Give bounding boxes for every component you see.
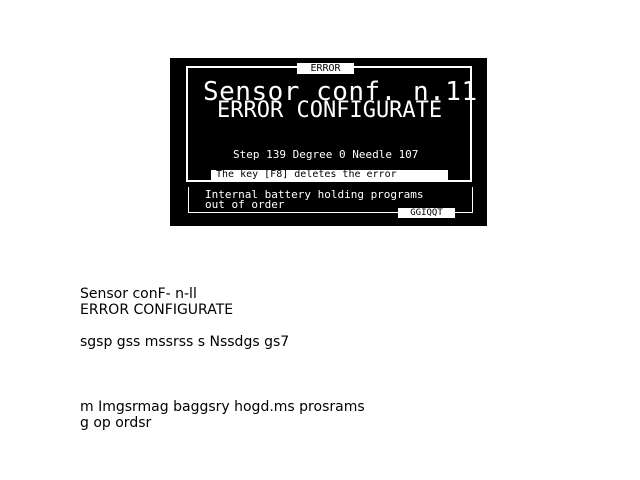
ocr-subtitle: ERROR CONFIGURATE bbox=[80, 302, 234, 318]
error-dialog: ERROR Sensor conf. n.11 ERROR CONFIGURAT… bbox=[170, 58, 487, 226]
ocr-message-line-2: g op ordsr bbox=[80, 415, 152, 431]
quit-button[interactable]: GGIQQT bbox=[398, 208, 455, 218]
status-line: Step 139 Degree 0 Needle 107 bbox=[233, 148, 419, 161]
error-subtitle: ERROR CONFIGURATE bbox=[217, 98, 443, 123]
ocr-message-line-1: m Imgsrmag baggsry hogd.ms prosrams bbox=[80, 399, 365, 415]
error-tab-label: ERROR bbox=[297, 63, 354, 74]
message-line-2: out of order bbox=[205, 198, 285, 211]
ocr-status-line: sgsp gss mssrss s Nssdgs gs7 bbox=[80, 334, 290, 350]
ocr-title: Sensor conF- n-ll bbox=[80, 286, 197, 302]
hint-bar: The key [F8] deletes the error bbox=[211, 170, 448, 180]
